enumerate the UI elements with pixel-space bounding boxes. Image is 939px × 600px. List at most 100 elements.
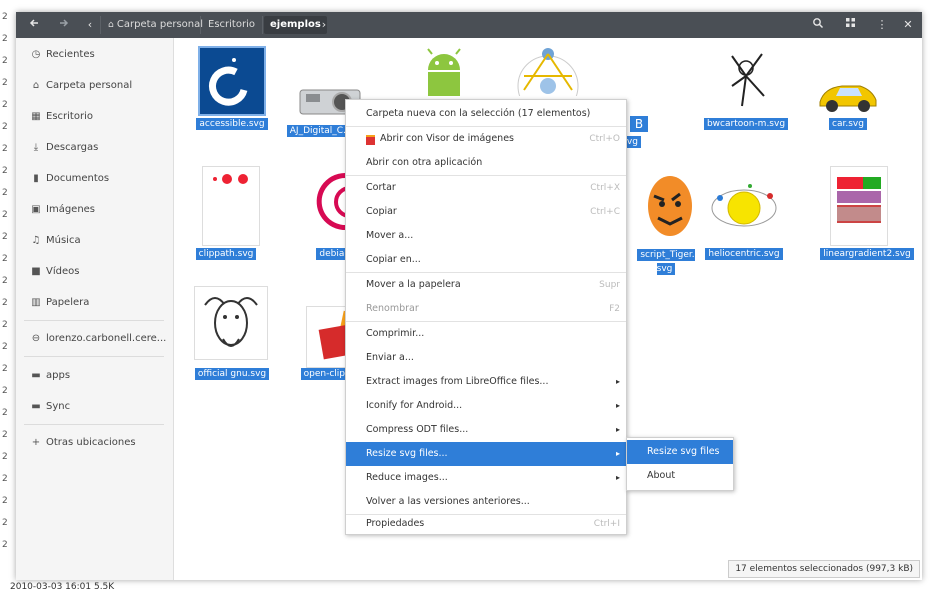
chevron-right-icon: ▸: [615, 377, 620, 386]
background-window-list: 2 2 2 2 2 2 2 2 2 2 2 2 2 2 2 2 2 2 2 2 2 2 2 2 2: [0, 12, 14, 582]
submenu-item-about[interactable]: About: [627, 464, 733, 488]
heliocentric-thumbnail: [710, 166, 778, 244]
background-list-row: 2: [2, 430, 8, 440]
file-item[interactable]: lineargradient2.svg: [802, 166, 914, 276]
android-thumbnail: [410, 46, 478, 96]
music-icon: ♫: [31, 235, 41, 246]
background-list-row: 2: [2, 254, 8, 264]
forward-arrow-icon[interactable]: [56, 17, 72, 33]
menu-item-cut[interactable]: Cortar Ctrl+X: [346, 176, 626, 200]
gnu-thumbnail: [194, 286, 268, 360]
sidebar-item-imagenes[interactable]: ▣ Imágenes: [16, 199, 173, 221]
background-list-row: 2: [2, 474, 8, 484]
sidebar-item-sync[interactable]: ▬ Sync: [16, 396, 173, 418]
background-window-toolbar: [0, 0, 939, 12]
menu-item-extract-images[interactable]: Extract images from LibreOffice files...…: [346, 370, 626, 394]
lineargradient-thumbnail: [830, 166, 888, 246]
sidebar-item-apps[interactable]: ▬ apps: [16, 365, 173, 387]
menu-item-copy-to[interactable]: Copiar en...: [346, 248, 626, 272]
clock-icon: ◷: [31, 49, 41, 60]
file-item[interactable]: clippath.svg: [195, 166, 286, 276]
home-icon: ⌂: [108, 20, 114, 30]
background-list-row: 2: [2, 518, 8, 528]
sidebar-item-otras-ubicaciones[interactable]: + Otras ubicaciones: [16, 432, 173, 454]
file-item[interactable]: heliocentric.svg: [700, 166, 788, 276]
document-icon: ▮: [33, 173, 39, 184]
search-icon[interactable]: [810, 17, 826, 33]
background-list-row: 2: [2, 12, 8, 22]
sidebar-item-musica[interactable]: ♫ Música: [16, 230, 173, 252]
resize-svg-submenu: Resize svg files About: [626, 437, 734, 491]
menu-item-send-to[interactable]: Enviar a...: [346, 346, 626, 370]
car-thumbnail: [814, 72, 882, 116]
cartoon-thumbnail: [712, 46, 780, 116]
file-item[interactable]: car.svg: [804, 46, 892, 156]
image-viewer-icon: [366, 135, 375, 145]
background-list-row: 2: [2, 166, 8, 176]
splines-tag: B: [630, 116, 648, 132]
file-item[interactable]: bwcartoon-m.svg: [702, 46, 790, 156]
background-file-info: 2010-03-03 16:01 5.5K: [10, 582, 115, 592]
grid-view-icon[interactable]: [842, 17, 858, 33]
sidebar-item-escritorio[interactable]: ▦ Escritorio: [16, 106, 173, 128]
sidebar-item-recientes[interactable]: ◷ Recientes: [16, 44, 173, 66]
chevron-right-icon: ▸: [615, 473, 620, 482]
sidebar-item-videos[interactable]: ■ Vídeos: [16, 261, 173, 283]
background-list-row: 2: [2, 342, 8, 352]
menu-item-compress[interactable]: Comprimir...: [346, 322, 626, 346]
image-icon: ▣: [31, 204, 41, 215]
kebab-menu-icon[interactable]: ⋮: [874, 17, 890, 33]
chevron-left-icon[interactable]: ‹: [82, 17, 98, 33]
plus-icon: +: [31, 437, 41, 448]
breadcrumb-desktop[interactable]: Escritorio: [202, 16, 261, 34]
menu-item-properties[interactable]: Propiedades Ctrl+I: [346, 515, 626, 533]
folder-icon: ▬: [31, 370, 41, 381]
chevron-right-icon: ▸: [615, 449, 620, 458]
background-list-row: 2: [2, 496, 8, 506]
video-icon: ■: [31, 266, 41, 277]
menu-item-copy[interactable]: Copiar Ctrl+C: [346, 200, 626, 224]
selection-status: 17 elementos seleccionados (997,3 kB): [728, 560, 920, 578]
menu-item-resize-svg[interactable]: Resize svg files... ▸: [346, 442, 626, 466]
background-list-row: 2: [2, 100, 8, 110]
header-bar: ‹ ⌂ Carpeta personal Escritorio ejemplos…: [16, 12, 922, 38]
menu-item-move-to-trash[interactable]: Mover a la papelera Supr: [346, 273, 626, 297]
menu-item-compress-odt[interactable]: Compress ODT files... ▸: [346, 418, 626, 442]
background-list-row: 2: [2, 188, 8, 198]
menu-item-rename[interactable]: Renombrar F2: [346, 297, 626, 321]
menu-item-move-to[interactable]: Mover a...: [346, 224, 626, 248]
file-item[interactable]: accessible.svg: [188, 46, 276, 156]
chevron-right-icon: ▸: [615, 401, 620, 410]
sidebar-item-documentos[interactable]: ▮ Documentos: [16, 168, 173, 190]
background-list-row: 2: [2, 298, 8, 308]
sidebar: ◷ Recientes ⌂ Carpeta personal ▦ Escrito…: [16, 38, 174, 580]
breadcrumb-home[interactable]: ⌂ Carpeta personal: [102, 16, 209, 34]
menu-item-iconify[interactable]: Iconify for Android... ▸: [346, 394, 626, 418]
background-list-row: 2: [2, 56, 8, 66]
sidebar-item-carpeta-personal[interactable]: ⌂ Carpeta personal: [16, 75, 173, 97]
home-icon: ⌂: [32, 80, 40, 91]
background-list-row: 2: [2, 540, 8, 550]
background-list-row: 2: [2, 232, 8, 242]
menu-item-open-image-viewer[interactable]: Abrir con Visor de imágenes Ctrl+O: [346, 127, 626, 151]
trash-icon: ▥: [31, 297, 41, 308]
chevron-right-icon: ▸: [615, 425, 620, 434]
back-arrow-icon[interactable]: [26, 17, 42, 33]
splines-thumbnail: [514, 46, 582, 117]
menu-item-open-other-app[interactable]: Abrir con otra aplicación: [346, 151, 626, 175]
background-list-row: 2: [2, 386, 8, 396]
network-drive-icon: ⊖: [31, 333, 41, 344]
sidebar-item-network-drive[interactable]: ⊖ lorenzo.carbonell.cere...: [16, 328, 173, 350]
file-item[interactable]: official gnu.svg: [188, 286, 276, 396]
submenu-item-resize-svg[interactable]: Resize svg files: [627, 440, 733, 464]
accessible-thumbnail: [198, 46, 266, 116]
menu-item-revert-versions[interactable]: Volver a las versiones anteriores...: [346, 490, 626, 514]
sidebar-item-papelera[interactable]: ▥ Papelera: [16, 292, 173, 314]
sidebar-item-descargas[interactable]: ⤓ Descargas: [16, 137, 173, 159]
close-icon[interactable]: ✕: [900, 17, 916, 33]
background-list-row: 2: [2, 210, 8, 220]
menu-item-new-folder-selection[interactable]: Carpeta nueva con la selección (17 eleme…: [346, 102, 626, 126]
chevron-right-icon[interactable]: ›: [316, 17, 332, 33]
tiger-thumbnail: [640, 166, 694, 244]
menu-item-reduce-images[interactable]: Reduce images... ▸: [346, 466, 626, 490]
